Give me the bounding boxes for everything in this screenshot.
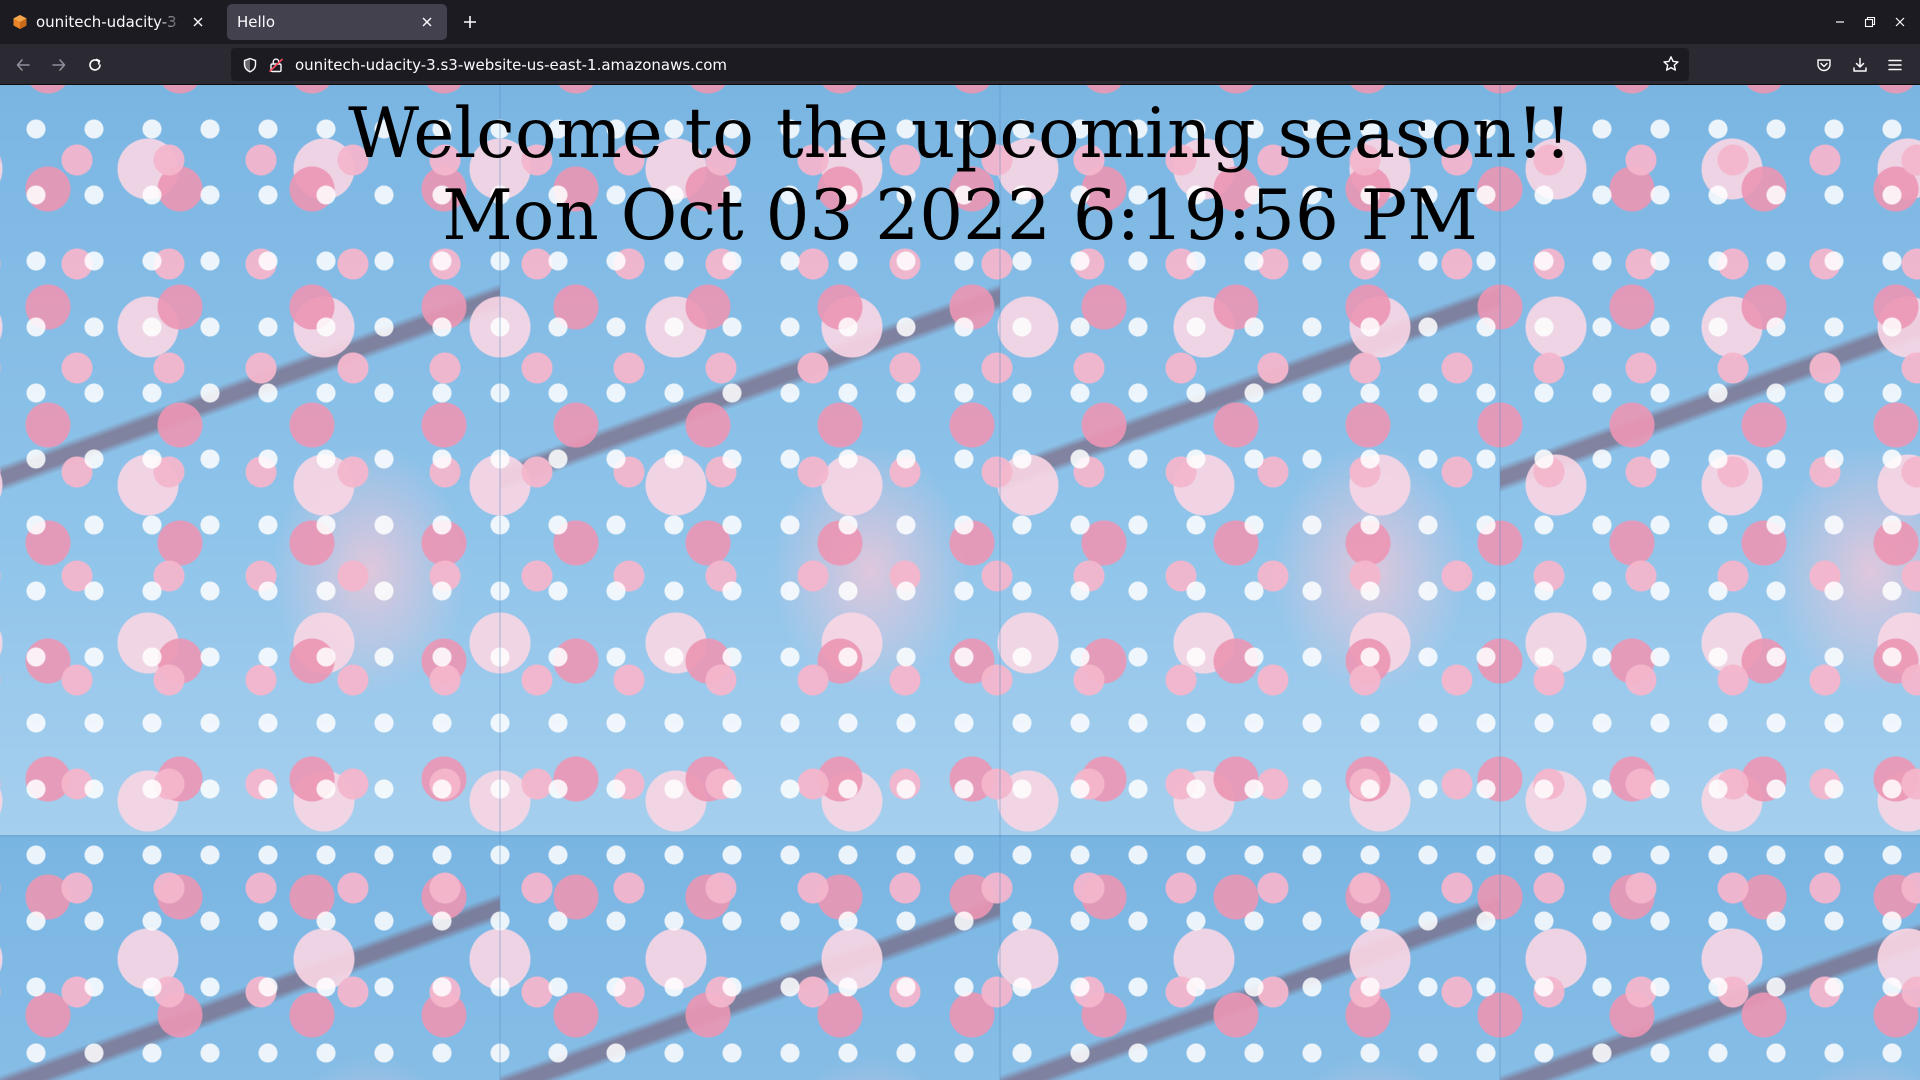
tab-strip: ounitech-udacity-3 - S3 bucket Hello <box>0 0 1920 44</box>
tab-title: ounitech-udacity-3 - S3 bucket <box>36 13 184 31</box>
close-tab-button[interactable] <box>417 12 437 32</box>
star-icon <box>1663 56 1679 71</box>
tile-seam <box>0 835 1920 837</box>
hamburger-menu-icon <box>1888 59 1902 71</box>
tracking-protection-button[interactable] <box>241 56 259 74</box>
close-icon <box>422 17 432 27</box>
downloads-button[interactable] <box>1848 53 1872 77</box>
url-text: ounitech-udacity-3.s3-website-us-east-1.… <box>295 55 727 74</box>
bookmark-star-button[interactable] <box>1661 54 1681 74</box>
site-security-button[interactable] <box>267 56 285 74</box>
address-bar[interactable]: ounitech-udacity-3.s3-website-us-east-1.… <box>231 48 1689 81</box>
minimize-window-button[interactable] <box>1828 10 1852 34</box>
browser-window: ounitech-udacity-3 - S3 bucket Hello <box>0 0 1920 1080</box>
tab-s3-bucket[interactable]: ounitech-udacity-3 - S3 bucket <box>2 4 218 40</box>
aws-s3-icon <box>13 15 27 29</box>
tab-title: Hello <box>237 13 276 31</box>
tab-hello[interactable]: Hello <box>227 4 447 40</box>
page-heading: Welcome to the upcoming season!! Mon Oct… <box>0 93 1920 257</box>
close-window-button[interactable] <box>1888 10 1912 34</box>
arrow-right-icon <box>52 59 66 71</box>
close-icon <box>193 17 203 27</box>
arrow-left-icon <box>16 59 30 71</box>
current-datetime: Mon Oct 03 2022 6:19:56 PM <box>442 176 1478 256</box>
plus-icon <box>464 16 476 28</box>
download-icon <box>1853 57 1867 72</box>
forward-button[interactable] <box>46 52 72 78</box>
shield-icon <box>243 57 257 72</box>
reload-button[interactable] <box>82 52 108 78</box>
restore-window-button[interactable] <box>1858 10 1882 34</box>
restore-icon <box>1864 16 1876 28</box>
close-tab-button[interactable] <box>188 12 208 32</box>
close-icon <box>1895 17 1905 27</box>
back-button[interactable] <box>10 52 36 78</box>
navigation-toolbar: ounitech-udacity-3.s3-website-us-east-1.… <box>0 44 1920 85</box>
pocket-icon <box>1817 59 1831 72</box>
reload-icon <box>89 58 101 71</box>
page-viewport: Welcome to the upcoming season!! Mon Oct… <box>0 85 1920 1080</box>
app-menu-button[interactable] <box>1883 53 1907 77</box>
new-tab-button[interactable] <box>458 10 482 34</box>
minimize-icon <box>1836 21 1844 23</box>
insecure-lock-icon <box>268 57 284 72</box>
pocket-button[interactable] <box>1812 53 1836 77</box>
welcome-heading: Welcome to the upcoming season!! <box>348 94 1572 174</box>
